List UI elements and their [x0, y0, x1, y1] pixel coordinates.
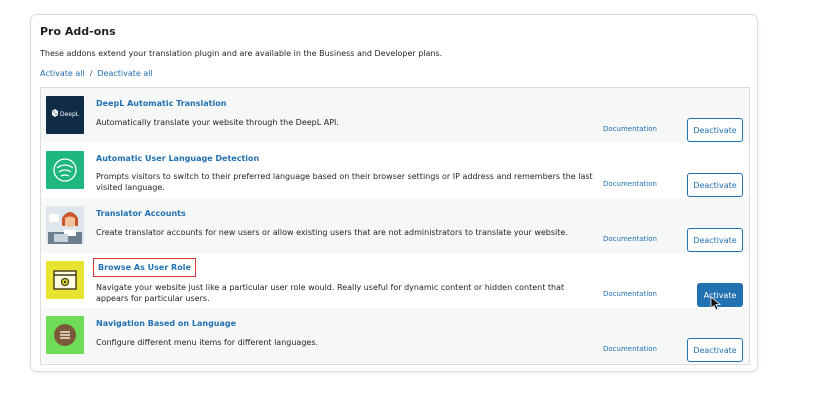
bulk-separator: /	[89, 69, 93, 78]
addon-name-link[interactable]: Navigation Based on Language	[96, 319, 236, 328]
translator-avatar-icon	[46, 206, 84, 244]
deepl-logo-icon: DeepL	[46, 96, 84, 134]
documentation-link[interactable]: Documentation	[603, 235, 657, 243]
section-description: These addons extend your translation plu…	[40, 49, 443, 58]
addon-name-link[interactable]: Automatic User Language Detection	[96, 154, 259, 163]
addon-name-link[interactable]: Translator Accounts	[96, 209, 186, 218]
mouse-cursor-icon	[710, 296, 722, 312]
addon-description: Prompts visitors to switch to their pref…	[96, 172, 593, 192]
deactivate-button[interactable]: Deactivate	[687, 338, 743, 362]
documentation-link[interactable]: Documentation	[603, 290, 657, 298]
menu-list-icon	[46, 316, 84, 354]
addon-description: Navigate your website just like a partic…	[96, 283, 565, 303]
addon-description: Configure different menu items for diffe…	[96, 338, 319, 347]
documentation-link[interactable]: Documentation	[603, 125, 657, 133]
addon-name-link[interactable]: Browse As User Role	[93, 258, 196, 277]
deactivate-button[interactable]: Deactivate	[687, 118, 743, 142]
documentation-link[interactable]: Documentation	[603, 180, 657, 188]
activate-all-link[interactable]: Activate all	[40, 69, 85, 78]
addon-row-deepl: DeepL DeepL Automatic Translation Automa…	[41, 88, 749, 143]
addon-row-navigation-based-on-language: Navigation Based on Language Configure d…	[41, 308, 749, 363]
addon-description: Automatically translate your website thr…	[96, 118, 339, 127]
deactivate-button[interactable]: Deactivate	[687, 173, 743, 197]
pro-addons-card: Pro Add-ons These addons extend your tra…	[30, 14, 758, 372]
addons-list: DeepL DeepL Automatic Translation Automa…	[40, 87, 750, 365]
language-detection-icon	[46, 151, 84, 189]
deactivate-button[interactable]: Deactivate	[687, 228, 743, 252]
addon-row-browse-as-user-role: Browse As User Role Navigate your websit…	[41, 253, 749, 308]
addon-description: Create translator accounts for new users…	[96, 228, 568, 237]
addon-name-link[interactable]: DeepL Automatic Translation	[96, 99, 226, 108]
browser-window-icon	[46, 261, 84, 299]
addon-row-translator-accounts: Translator Accounts Create translator ac…	[41, 198, 749, 253]
deepl-logo-text: DeepL	[60, 111, 80, 118]
bulk-actions: Activate all / Deactivate all	[40, 69, 153, 78]
documentation-link[interactable]: Documentation	[603, 345, 657, 353]
section-title: Pro Add-ons	[40, 25, 116, 38]
addon-row-language-detection: Automatic User Language Detection Prompt…	[41, 143, 749, 198]
deactivate-all-link[interactable]: Deactivate all	[97, 69, 152, 78]
